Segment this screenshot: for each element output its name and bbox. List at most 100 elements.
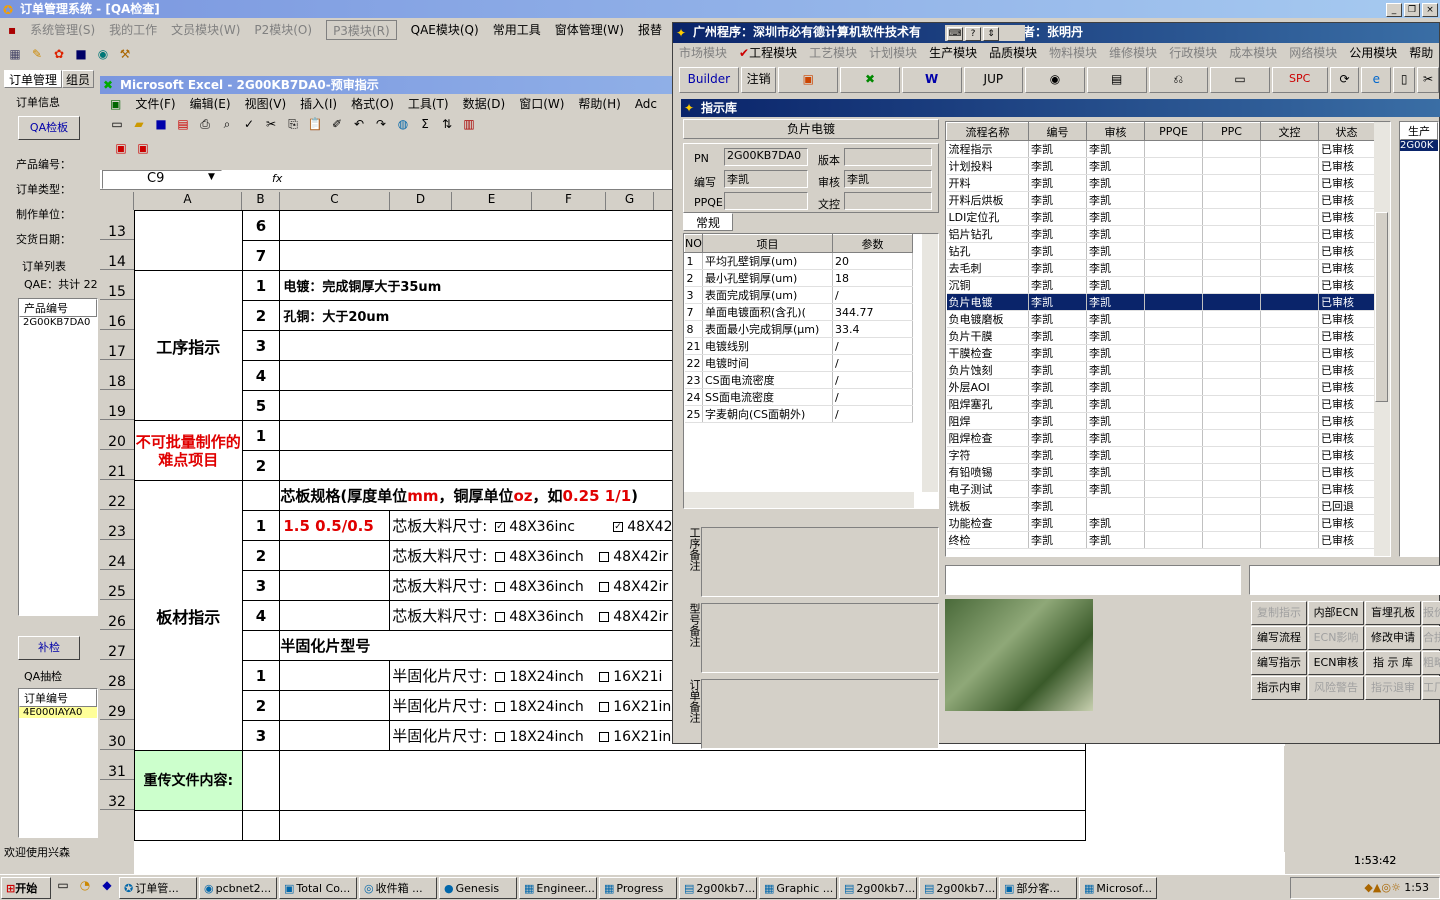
flower-icon[interactable]: ✿	[50, 45, 68, 63]
action-button[interactable]: 指示内审	[1251, 676, 1307, 700]
checkbox-icon[interactable]: ✓	[495, 522, 506, 532]
menu-item-system[interactable]: 系统管理(S)	[30, 20, 95, 40]
difficult-label[interactable]: 不可批量制作的难点项目	[134, 420, 243, 481]
logout-button[interactable]: 注销	[740, 67, 777, 93]
sample-list[interactable]: 订单编号 4E000IAYA0	[18, 688, 98, 838]
col-header-f[interactable]: F	[532, 192, 606, 210]
taskbar-item[interactable]: ▦ Progress	[599, 877, 677, 899]
module-quality[interactable]: 品质模块	[989, 43, 1037, 63]
edit-icon[interactable]: ✎	[28, 45, 46, 63]
shield-icon[interactable]: ◆	[98, 876, 116, 894]
module-maintenance[interactable]: 维修模块	[1109, 43, 1157, 63]
prepreg-value[interactable]	[279, 720, 391, 751]
core-value[interactable]	[279, 540, 391, 571]
scroll-icon[interactable]: ⇕	[983, 27, 999, 41]
item-number[interactable]: 4	[241, 360, 281, 391]
param-grid[interactable]: NO 项目 参数 1 平均孔壁铜厚(um) 20 2 最小孔壁铜厚(um) 18 3 表面完成铜厚…	[683, 233, 939, 509]
process-label[interactable]: 工序指示	[134, 270, 243, 421]
item-number[interactable]: 1	[241, 660, 281, 691]
taskbar-item[interactable]: ◉ pcbnet2...	[199, 877, 277, 899]
col-header-e[interactable]: E	[452, 192, 532, 210]
flow-row[interactable]: 干膜检查 李凯 李凯 已审核	[946, 344, 1375, 362]
row-header[interactable]: 14	[100, 240, 134, 270]
item-number[interactable]: 3	[241, 720, 281, 751]
ppt-icon[interactable]: ▣	[778, 67, 839, 93]
flow-scroll-thumb[interactable]	[1375, 212, 1388, 402]
sum-icon[interactable]: Σ	[416, 115, 434, 133]
col-header-c[interactable]: C	[280, 192, 390, 210]
fx-icon[interactable]: fx	[272, 172, 282, 185]
menu-item-qae[interactable]: QAE模块(Q)	[411, 20, 479, 40]
item-number[interactable]: 5	[241, 390, 281, 421]
row-header[interactable]: 16	[100, 300, 134, 330]
version-field[interactable]	[844, 148, 932, 166]
action-button[interactable]: 修改申请	[1365, 626, 1421, 650]
flow-dropdown[interactable]	[945, 565, 1241, 595]
flow-row[interactable]: 功能检查 李凯 李凯 已审核	[946, 514, 1375, 532]
flow-row[interactable]: 阻焊检查 李凯 李凯 已审核	[946, 429, 1375, 447]
new-icon[interactable]: ▭	[108, 115, 126, 133]
row-header[interactable]: 19	[100, 390, 134, 420]
cut-icon[interactable]: ✂	[262, 115, 280, 133]
corner-cell[interactable]	[100, 192, 134, 210]
menu-item-p2[interactable]: P2模块(O)	[254, 20, 312, 40]
item-number[interactable]: 2	[241, 450, 281, 481]
excel-menu-format[interactable]: 格式(O)	[351, 94, 394, 114]
row-header[interactable]: 31	[100, 750, 134, 780]
action-button[interactable]: 风险警告	[1308, 676, 1364, 700]
col-header-g[interactable]: G	[606, 192, 654, 210]
flow-row[interactable]: 负片干膜 李凯 李凯 已审核	[946, 327, 1375, 345]
checkbox-icon[interactable]	[495, 732, 506, 742]
param-row[interactable]: 1 平均孔壁铜厚(um) 20	[684, 252, 913, 270]
flow-row[interactable]: 钻孔 李凯 李凯 已审核	[946, 242, 1375, 260]
size-option[interactable]: ✓ 48X36inc	[487, 519, 605, 535]
flow-row[interactable]: 阻焊塞孔 李凯 李凯 已审核	[946, 395, 1375, 413]
item-number[interactable]	[241, 480, 281, 511]
excel-menu-data[interactable]: 数据(D)	[463, 94, 506, 114]
database-icon[interactable]: ▤	[1086, 67, 1147, 93]
col-header-b[interactable]: B	[242, 192, 280, 210]
checkbox-icon[interactable]	[495, 612, 506, 622]
flow-row[interactable]: 负片电镀 李凯 李凯 已审核	[946, 293, 1375, 311]
restore-icon[interactable]: ❐	[1404, 3, 1420, 17]
note-input[interactable]	[701, 679, 939, 749]
row-header[interactable]: 13	[100, 210, 134, 240]
eye-icon[interactable]: ◉	[1025, 67, 1085, 93]
menu-item-clerk[interactable]: 文员模块(W)	[171, 20, 240, 40]
excel-menu-edit[interactable]: 编辑(E)	[190, 94, 231, 114]
taskbar-item[interactable]: ▦ Microsof...	[1079, 877, 1157, 899]
doc-control-field[interactable]	[844, 192, 932, 210]
module-engineering[interactable]: ✔工程模块	[739, 43, 797, 63]
taskbar-item[interactable]: ✪ 订单管...	[119, 877, 197, 899]
param-hscroll[interactable]	[684, 492, 914, 508]
ppqe-field[interactable]	[724, 192, 808, 210]
row-header[interactable]: 23	[100, 510, 134, 540]
flow-row[interactable]: LDI定位孔 李凯 李凯 已审核	[946, 208, 1375, 226]
flow-row[interactable]: 电子测试 李凯 李凯 已审核	[946, 480, 1375, 498]
item-number[interactable]: 1	[241, 510, 281, 541]
taskbar-item[interactable]: ▤ 2g00kb7...	[679, 877, 757, 899]
hyperlink-icon[interactable]: ◍	[394, 115, 412, 133]
minimize-icon[interactable]: _	[1386, 3, 1402, 17]
taskbar-item[interactable]: ● Genesis	[439, 877, 517, 899]
list-item[interactable]: 2G00KB7DA0	[19, 317, 97, 328]
builder-button[interactable]: Builder	[679, 67, 739, 93]
param-row[interactable]: 2 最小孔壁铜厚(um) 18	[684, 269, 913, 287]
row-header[interactable]: 22	[100, 480, 134, 510]
size-option[interactable]: 48X36inch	[487, 549, 591, 565]
flow-input[interactable]	[1249, 565, 1440, 595]
action-button[interactable]: ECN审核	[1308, 651, 1364, 675]
item-number[interactable]	[241, 810, 281, 841]
board-label[interactable]: 板材指示	[134, 480, 243, 751]
taskbar-item[interactable]: ▣ 部分客...	[999, 877, 1077, 899]
param-row[interactable]: 25 字麦朝向(CS面朝外) /	[684, 405, 913, 423]
excel-menu-addin[interactable]: Adc	[635, 94, 657, 114]
row-header[interactable]: 28	[100, 660, 134, 690]
pdf-convert-icon[interactable]: ▣	[112, 139, 130, 157]
checkbox-icon[interactable]	[599, 702, 610, 712]
pn-field[interactable]: 2G00KB7DA0	[724, 148, 808, 166]
tool-icon[interactable]: ⚒	[116, 45, 134, 63]
row-header[interactable]: 17	[100, 330, 134, 360]
instruction-text[interactable]	[279, 810, 1086, 841]
item-number[interactable]: 3	[241, 570, 281, 601]
